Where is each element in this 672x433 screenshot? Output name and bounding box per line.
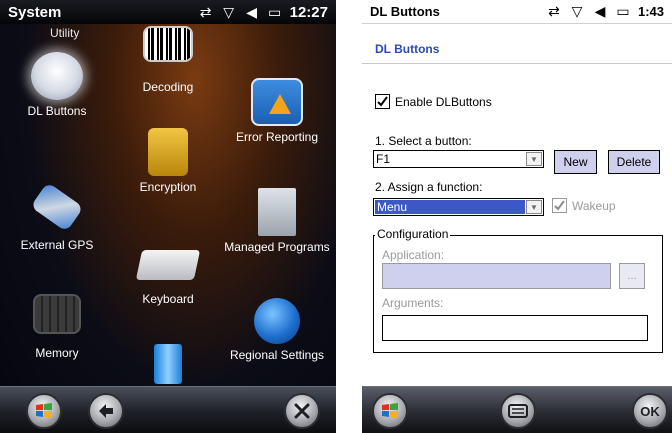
connectivity-icon[interactable]: ⇄ (198, 4, 214, 21)
new-button[interactable]: New (554, 150, 597, 174)
error-reporting-label: Error Reporting (235, 130, 319, 144)
error-reporting-icon (251, 78, 303, 126)
select-button-label: 1. Select a button: (375, 134, 472, 148)
check-icon (554, 200, 565, 211)
configuration-legend: Configuration (375, 227, 451, 241)
decoding-item[interactable]: Decoding (113, 26, 223, 94)
partial-item-label: Utility (50, 26, 80, 40)
external-gps-item[interactable]: External GPS (2, 182, 112, 252)
close-button[interactable] (284, 393, 320, 429)
keyboard-item[interactable]: Keyboard (113, 238, 223, 306)
external-gps-label: External GPS (20, 238, 94, 252)
close-icon (294, 403, 310, 419)
encryption-item[interactable]: Encryption (113, 128, 223, 194)
volume-icon[interactable]: ◀ (244, 4, 260, 21)
keyboard-icon (135, 250, 201, 280)
enable-dlbuttons-checkbox[interactable]: Enable DLButtons (375, 94, 492, 109)
dl-buttons-item[interactable]: DL Buttons (2, 52, 112, 118)
satellite-icon (30, 182, 84, 232)
checkbox-box (552, 198, 567, 213)
title-divider (362, 63, 672, 64)
memory-label: Memory (35, 346, 79, 360)
delete-button[interactable]: Delete (608, 150, 660, 174)
clock[interactable]: 1:43 (638, 4, 664, 19)
system-screen: System ⇄ ▽ ◀ ▭ 12:27 Utility DL Buttons … (0, 0, 336, 433)
memory-chip-icon (33, 294, 81, 334)
decoding-label: Decoding (142, 80, 194, 94)
button-select-value: F1 (376, 152, 391, 166)
status-bar: System ⇄ ▽ ◀ ▭ 12:27 (0, 0, 336, 24)
back-arrow-icon (99, 404, 113, 418)
regional-settings-item[interactable]: Regional Settings (222, 298, 332, 362)
taskbar (0, 386, 336, 433)
settings-grid: Utility DL Buttons Decoding Error Report… (0, 24, 336, 386)
signal-off-icon[interactable]: ▽ (569, 3, 585, 20)
managed-programs-item[interactable]: Managed Programs (222, 188, 332, 254)
windows-flag-icon (36, 403, 52, 418)
arguments-label: Arguments: (382, 296, 444, 310)
function-select[interactable]: Menu ▼ (373, 198, 544, 216)
dl-buttons-icon (31, 52, 83, 100)
enable-dlbuttons-label: Enable DLButtons (395, 94, 492, 109)
lock-icon (148, 128, 188, 176)
regional-settings-label: Regional Settings (229, 348, 325, 362)
keyboard-icon (508, 404, 528, 418)
chevron-down-icon[interactable]: ▼ (526, 152, 542, 166)
ok-button[interactable]: OK (632, 393, 668, 429)
browse-button[interactable]: ... (619, 263, 645, 289)
chevron-down-icon[interactable]: ▼ (526, 200, 542, 214)
volume-icon[interactable]: ◀ (592, 3, 608, 20)
button-select[interactable]: F1 ▼ (373, 150, 544, 168)
keyboard-label: Keyboard (142, 292, 194, 306)
battery-icon[interactable]: ▭ (615, 3, 631, 20)
start-button[interactable] (372, 393, 408, 429)
function-select-value: Menu (375, 200, 525, 214)
connectivity-icon[interactable]: ⇄ (546, 3, 562, 20)
battery-large-icon (154, 344, 182, 384)
dl-buttons-label: DL Buttons (27, 104, 87, 118)
status-title[interactable]: DL Buttons (362, 4, 546, 19)
error-reporting-item[interactable]: Error Reporting (222, 78, 332, 144)
status-title[interactable]: System (0, 4, 198, 21)
memory-item[interactable]: Memory (2, 294, 112, 360)
power-item[interactable] (113, 344, 223, 384)
encryption-label: Encryption (139, 180, 197, 194)
arguments-field[interactable] (382, 315, 648, 341)
start-button[interactable] (26, 393, 62, 429)
status-bar: DL Buttons ⇄ ▽ ◀ ▭ 1:43 (362, 0, 672, 24)
page-title: DL Buttons (375, 42, 440, 56)
taskbar: OK (362, 386, 672, 433)
assign-function-label: 2. Assign a function: (375, 180, 483, 194)
dl-buttons-screen: DL Buttons ⇄ ▽ ◀ ▭ 1:43 DL Buttons Enabl… (362, 0, 672, 433)
back-button[interactable] (88, 393, 124, 429)
wakeup-label: Wakeup (572, 198, 616, 213)
clock[interactable]: 12:27 (290, 4, 328, 21)
windows-flag-icon (382, 403, 398, 418)
application-label: Application: (382, 248, 445, 262)
keyboard-button[interactable] (500, 393, 536, 429)
checkbox-box (375, 94, 390, 109)
application-field[interactable] (382, 263, 611, 289)
check-icon (377, 96, 388, 107)
wakeup-checkbox[interactable]: Wakeup (552, 198, 616, 213)
battery-icon[interactable]: ▭ (267, 4, 283, 21)
signal-off-icon[interactable]: ▽ (221, 4, 237, 21)
barcode-icon (143, 26, 193, 62)
managed-programs-label: Managed Programs (224, 240, 330, 254)
managed-programs-icon (258, 188, 296, 236)
globe-clock-icon (254, 298, 300, 344)
